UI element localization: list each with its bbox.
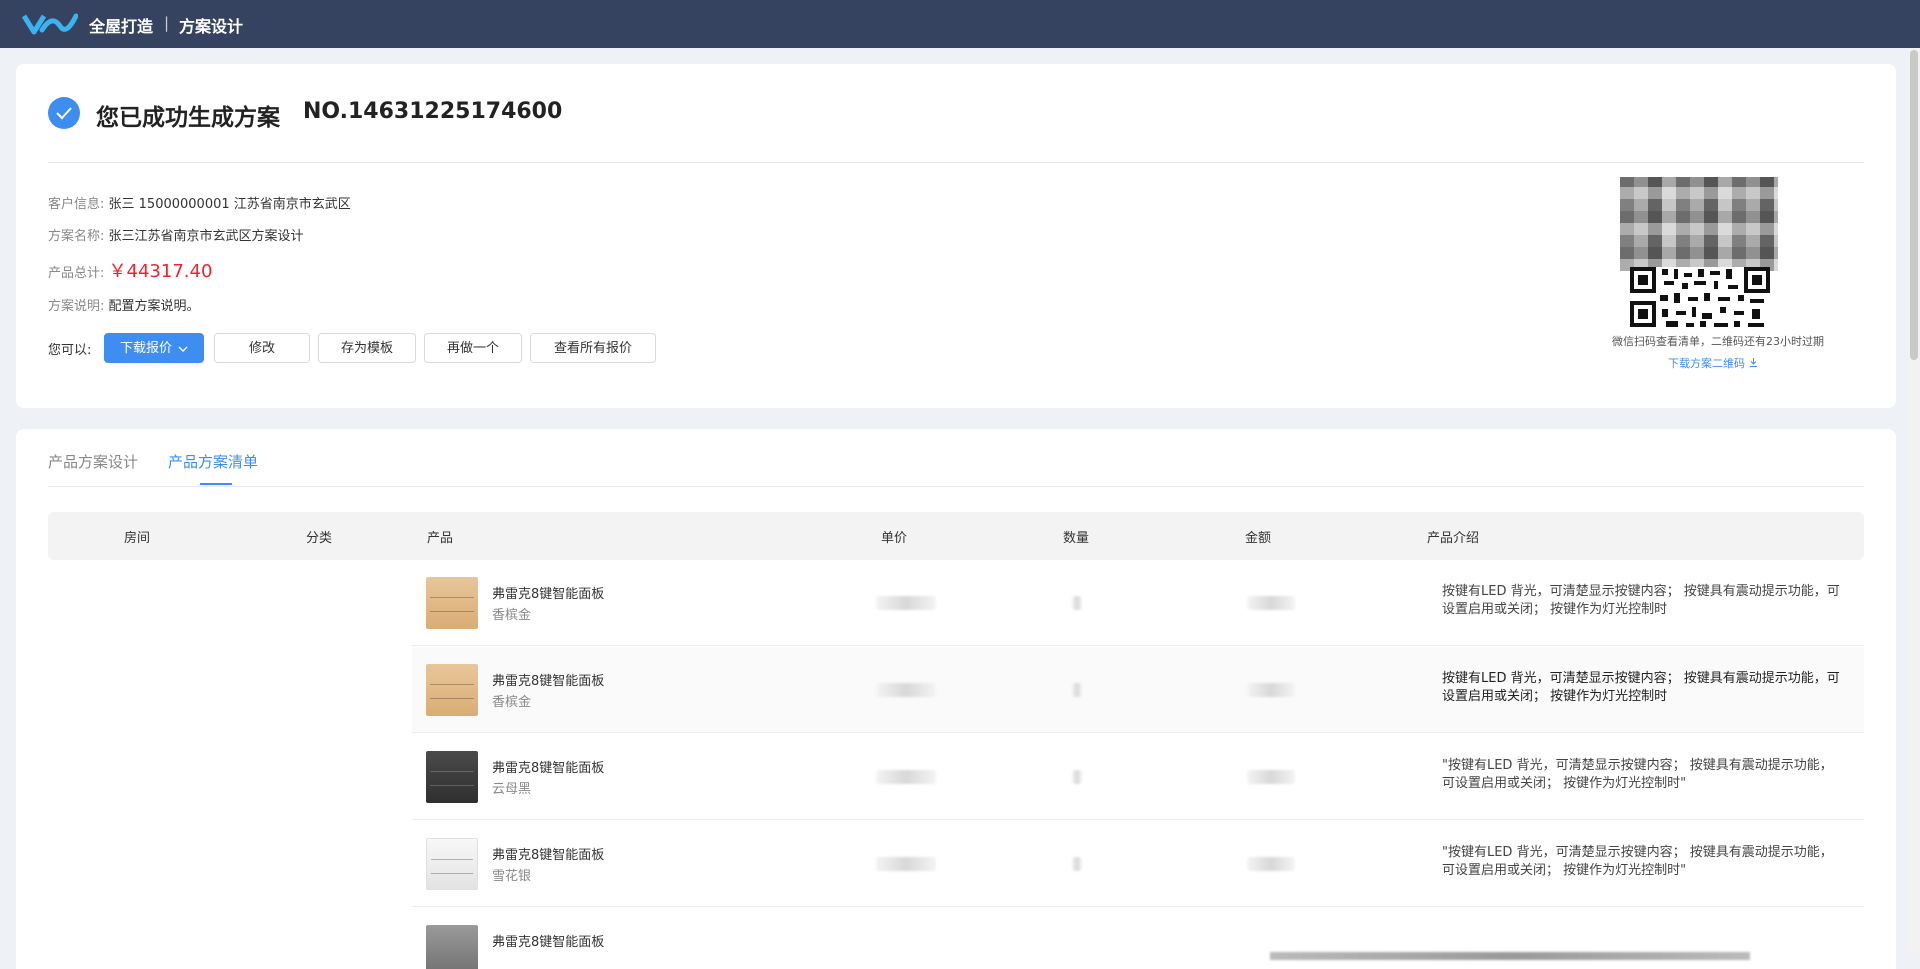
blurred-price-band [1270,952,1750,960]
blurred-qr-overlay [1620,177,1778,271]
column-header-quantity: 数量 [1063,531,1090,546]
header-separator: | [164,14,170,32]
divider [48,162,1864,163]
success-title: 您已成功生成方案 [96,105,280,131]
tabs-divider [48,486,1864,487]
chevron-down-icon [178,346,188,352]
blurred-amount [1247,857,1295,871]
column-header-intro: 产品介绍 [1427,531,1480,546]
product-intro: "按键有LED 背光，可清楚显示按键内容； 按键具有震动提示功能，可设置启用或关… [1442,758,1833,791]
product-thumbnail [426,925,478,969]
blurred-quantity [1072,683,1082,697]
table-header: 房间 分类 产品 单价 数量 金额 产品介绍 [48,512,1864,560]
product-color: 香槟金 [492,608,532,623]
product-name: 弗雷克8键智能面板 [492,848,605,863]
qr-caption: 微信扫码查看清单，二维码还有23小时过期 [1612,335,1824,348]
table-row: 弗雷克8键智能面板 香槟金 按键有LED 背光，可清楚显示按键内容； 按键具有震… [412,647,1864,733]
product-total-value: ￥44317.40 [108,261,213,282]
product-thumbnail [426,838,478,890]
table-row: 弗雷克8键智能面板 云母黑 "按键有LED 背光，可清楚显示按键内容； 按键具有… [412,734,1864,820]
column-header-category: 分类 [306,531,333,546]
plan-summary-card: 您已成功生成方案 NO.14631225174600 客户信息: 张三 1500… [16,64,1896,408]
plan-name-row: 方案名称: 张三江苏省南京市玄武区方案设计 [48,225,304,244]
product-thumbnail [426,664,478,716]
product-total-label: 产品总计: [48,266,105,281]
product-intro: 按键有LED 背光，可清楚显示按键内容； 按键具有震动提示功能，可设置启用或关闭… [1442,584,1840,617]
product-color: 云母黑 [492,782,532,797]
blurred-amount [1247,683,1295,697]
save-template-button[interactable]: 存为模板 [318,333,416,363]
product-list-card: 产品方案设计 产品方案清单 房间 分类 产品 单价 数量 金额 产品介绍 弗雷克… [16,429,1896,969]
download-qr-link[interactable]: 下载方案二维码 [1668,355,1758,371]
product-thumbnail [426,577,478,629]
active-tab-indicator [200,483,232,485]
table-row: 弗雷克8键智能面板 香槟金 按键有LED 背光，可清楚显示按键内容； 按键具有震… [412,560,1864,646]
plan-description-label: 方案说明: [48,299,105,314]
blurred-quantity [1072,596,1082,610]
blurred-unit-price [876,770,936,784]
table-row: 弗雷克8键智能面板 [412,908,1864,969]
scrollbar-thumb[interactable] [1910,50,1918,360]
column-header-amount: 金额 [1245,531,1272,546]
view-all-quotes-button[interactable]: 查看所有报价 [530,333,656,363]
download-qr-label: 下载方案二维码 [1668,357,1745,370]
plan-number: NO.14631225174600 [303,99,563,124]
download-icon [1749,358,1757,367]
customer-info-label: 客户信息: [48,197,105,212]
top-bar: 全屋打造 | 方案设计 [0,0,1920,48]
tab-product-list[interactable]: 产品方案清单 [168,451,258,472]
column-header-room: 房间 [124,531,151,546]
download-quote-button[interactable]: 下载报价 [104,333,204,363]
redo-button[interactable]: 再做一个 [424,333,522,363]
column-header-product: 产品 [427,531,454,546]
blurred-unit-price [876,596,936,610]
download-quote-label: 下载报价 [119,341,172,356]
plan-description-value: 配置方案说明。 [108,299,200,314]
table-row: 弗雷克8键智能面板 雪花银 "按键有LED 背光，可清楚显示按键内容； 按键具有… [412,821,1864,907]
blurred-unit-price [876,857,936,871]
plan-name-value: 张三江苏省南京市玄武区方案设计 [108,229,304,244]
brand-logo-icon [22,13,78,35]
plan-name-label: 方案名称: [48,229,105,244]
brand-name: 全屋打造 [89,17,154,36]
plan-description-row: 方案说明: 配置方案说明。 [48,295,200,314]
product-name: 弗雷克8键智能面板 [492,935,605,950]
product-total-row: 产品总计: ￥44317.40 [48,257,212,283]
qr-code-icon [1630,267,1770,329]
product-intro: "按键有LED 背光，可清楚显示按键内容； 按键具有震动提示功能，可设置启用或关… [1442,845,1833,878]
page-title: 方案设计 [179,17,244,36]
product-color: 雪花银 [492,869,532,884]
column-header-unit-price: 单价 [881,531,908,546]
blurred-amount [1247,596,1295,610]
product-name: 弗雷克8键智能面板 [492,674,605,689]
actions-label: 您可以: [48,343,92,358]
blurred-amount [1247,770,1295,784]
product-color: 香槟金 [492,695,532,710]
customer-info-value: 张三 15000000001 江苏省南京市玄武区 [108,197,351,212]
blurred-unit-price [876,683,936,697]
blurred-quantity [1072,770,1082,784]
product-thumbnail [426,751,478,803]
product-name: 弗雷克8键智能面板 [492,587,605,602]
product-intro: 按键有LED 背光，可清楚显示按键内容； 按键具有震动提示功能，可设置启用或关闭… [1442,671,1840,704]
product-name: 弗雷克8键智能面板 [492,761,605,776]
blurred-quantity [1072,857,1082,871]
customer-info-row: 客户信息: 张三 15000000001 江苏省南京市玄武区 [48,193,351,212]
success-check-icon [48,97,80,129]
page-scrollbar[interactable] [1908,48,1920,953]
modify-button[interactable]: 修改 [214,333,310,363]
tab-product-design[interactable]: 产品方案设计 [48,451,138,472]
